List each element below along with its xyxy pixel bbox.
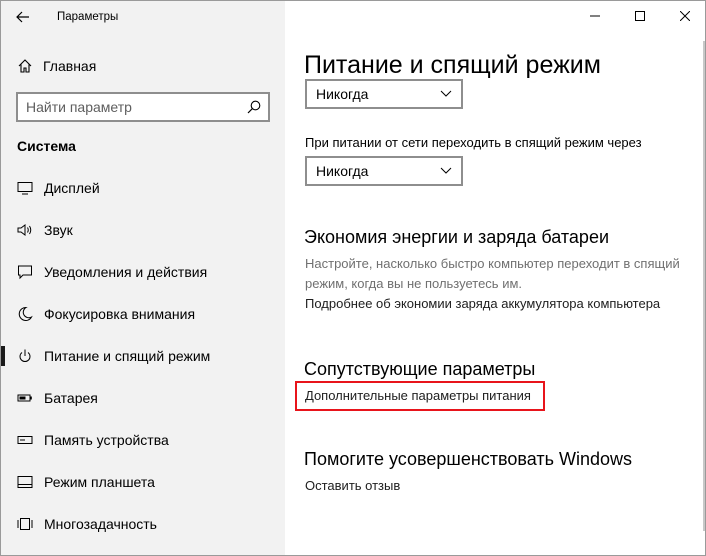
search-box[interactable]: [16, 92, 270, 122]
sidebar-item-label: Память устройства: [44, 432, 169, 448]
speaker-icon: [17, 222, 33, 238]
power-icon: [17, 348, 33, 364]
maximize-icon: [634, 11, 645, 21]
sidebar-item-battery[interactable]: Батарея: [1, 377, 285, 419]
arrow-left-icon: [16, 11, 29, 23]
maximize-button[interactable]: [617, 1, 662, 31]
close-button[interactable]: [662, 1, 705, 31]
back-button[interactable]: [1, 1, 45, 33]
page-title: Питание и спящий режим: [304, 51, 601, 79]
battery-icon: [17, 390, 33, 406]
scrollbar[interactable]: [703, 41, 705, 531]
sidebar-item-label: Фокусировка внимания: [44, 306, 196, 322]
dropdown-value: Никогда: [316, 86, 369, 102]
sidebar-item-display[interactable]: Дисплей: [1, 167, 285, 209]
settings-window: Параметры Главная Система: [0, 0, 706, 556]
sidebar-item-label: Питание и спящий режим: [44, 348, 211, 364]
moon-icon: [17, 306, 33, 322]
sidebar-item-home[interactable]: Главная: [1, 51, 285, 81]
battery-saver-description: Настройте, насколько быстро компьютер пе…: [305, 256, 680, 291]
content-pane: Питание и спящий режим Никогда При питан…: [285, 1, 705, 555]
close-icon: [679, 11, 690, 21]
caption-buttons: [572, 1, 705, 33]
search-icon[interactable]: [240, 100, 268, 114]
sidebar-item-label: Уведомления и действия: [44, 264, 208, 280]
sleep-timeout-dropdown[interactable]: Никогда: [305, 156, 463, 186]
feedback-link[interactable]: Оставить отзыв: [305, 478, 400, 493]
nav-list: Дисплей Звук Уведомления и действия Фоку…: [1, 167, 285, 545]
notification-icon: [17, 264, 33, 280]
search-input[interactable]: [18, 99, 240, 115]
dropdown-value: Никогда: [316, 163, 369, 179]
sidebar-item-focus[interactable]: Фокусировка внимания: [1, 293, 285, 335]
additional-power-settings-link[interactable]: Дополнительные параметры питания: [305, 388, 531, 403]
storage-icon: [17, 432, 33, 448]
sleep-label: При питании от сети переходить в спящий …: [305, 135, 642, 150]
minimize-icon: [589, 15, 600, 17]
sidebar: Параметры Главная Система: [1, 1, 285, 555]
sidebar-item-notifications[interactable]: Уведомления и действия: [1, 251, 285, 293]
section-title: Система: [17, 138, 76, 154]
multitasking-icon: [17, 516, 33, 532]
chevron-down-icon: [440, 167, 452, 174]
improve-windows-heading: Помогите усовершенствовать Windows: [304, 449, 633, 469]
battery-saver-heading: Экономия энергии и заряда батареи: [304, 227, 610, 247]
sidebar-item-storage[interactable]: Память устройства: [1, 419, 285, 461]
sidebar-item-sound[interactable]: Звук: [1, 209, 285, 251]
tablet-icon: [17, 474, 33, 490]
sidebar-item-tablet[interactable]: Режим планшета: [1, 461, 285, 503]
monitor-icon: [17, 180, 33, 196]
home-icon: [17, 58, 33, 74]
app-title: Параметры: [57, 11, 119, 23]
sidebar-item-label: Режим планшета: [44, 474, 155, 490]
title-bar: Параметры: [1, 1, 285, 33]
sidebar-item-label: Многозадачность: [44, 516, 157, 532]
sidebar-item-label: Звук: [44, 222, 73, 238]
sidebar-item-power[interactable]: Питание и спящий режим: [1, 335, 285, 377]
battery-saver-link[interactable]: Подробнее об экономии заряда аккумулятор…: [305, 296, 660, 311]
chevron-down-icon: [440, 90, 452, 97]
minimize-button[interactable]: [572, 1, 617, 31]
related-settings-heading: Сопутствующие параметры: [304, 359, 536, 379]
sidebar-item-label: Дисплей: [44, 180, 100, 196]
screen-timeout-dropdown[interactable]: Никогда: [305, 79, 463, 109]
home-label: Главная: [43, 58, 97, 74]
sidebar-item-label: Батарея: [44, 390, 98, 406]
sidebar-item-multitasking[interactable]: Многозадачность: [1, 503, 285, 545]
